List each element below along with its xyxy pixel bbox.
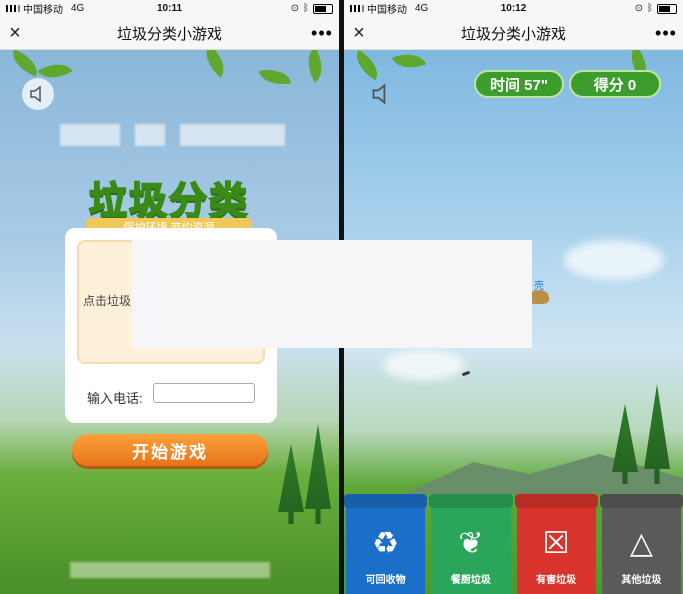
cloud-decoration: [384, 350, 464, 380]
page-title: 垃圾分类小游戏: [460, 25, 566, 43]
location-icon: ⊙: [634, 3, 643, 14]
nav-bar: × 垃圾分类小游戏 •••: [344, 17, 683, 50]
popup-overlay: [132, 240, 532, 348]
game-logo: 垃圾分类 保护环境 节约资源: [58, 162, 280, 238]
leaf-decoration: [349, 50, 385, 81]
signal-icon: [6, 5, 20, 12]
nav-bar: × 垃圾分类小游戏 •••: [0, 17, 339, 50]
network-label: 4G: [415, 3, 429, 14]
bin-lid: [429, 494, 513, 508]
hazardous-icon: ☒: [542, 526, 570, 560]
bin-label: 有害垃圾: [536, 575, 577, 586]
bin-label: 餐厨垃圾: [450, 575, 491, 586]
more-icon[interactable]: •••: [305, 23, 339, 44]
leaf-decoration: [299, 50, 331, 83]
more-icon[interactable]: •••: [649, 23, 683, 44]
blurred-text: [135, 124, 165, 146]
speaker-icon: [372, 83, 386, 105]
score-display: 得分 0: [569, 70, 661, 98]
carrier-label: 中国移动: [23, 5, 63, 16]
instruction-text: 点击垃圾: [83, 294, 132, 308]
cloud-decoration: [564, 240, 664, 280]
network-label: 4G: [71, 3, 85, 14]
bin-lid: [599, 494, 683, 508]
timer-display: 时间 57": [474, 70, 564, 98]
close-icon[interactable]: ×: [0, 22, 30, 45]
leaf-decoration: [197, 50, 233, 78]
tree-decoration: [305, 424, 331, 524]
trash-bin[interactable]: ❦ 餐厨垃圾: [429, 494, 513, 594]
speaker-icon: [30, 85, 41, 103]
bin-label: 其他垃圾: [621, 575, 662, 586]
start-game-button[interactable]: 开始游戏: [72, 434, 268, 466]
blurred-text: [180, 124, 285, 146]
bluetooth-icon: ᛒ: [303, 3, 309, 14]
recycle-icon: ♻: [372, 526, 400, 560]
battery-icon: [657, 3, 677, 14]
tree-decoration: [644, 384, 670, 484]
blurred-text: [70, 562, 270, 578]
other-waste-icon: △: [629, 526, 653, 560]
sound-toggle[interactable]: [22, 78, 54, 110]
bluetooth-icon: ᛒ: [647, 3, 653, 14]
close-icon[interactable]: ×: [344, 22, 374, 45]
carrier-label: 中国移动: [367, 5, 407, 16]
leaf-decoration: [391, 50, 427, 75]
phone-label: 输入电话:: [87, 391, 143, 406]
mountain-decoration: [404, 454, 683, 494]
trash-bin[interactable]: △ 其他垃圾: [599, 494, 683, 594]
page-title: 垃圾分类小游戏: [116, 25, 222, 43]
battery-icon: [313, 3, 333, 14]
kitchen-waste-icon: ❦: [458, 526, 484, 560]
trash-bin[interactable]: ☒ 有害垃圾: [514, 494, 598, 594]
status-bar: 中国移动 4G 10:11 ⊙ ᛒ: [0, 0, 339, 17]
status-bar: 中国移动 4G 10:12 ⊙ ᛒ: [344, 0, 683, 17]
tree-decoration: [278, 444, 304, 524]
location-icon: ⊙: [290, 3, 299, 14]
sound-toggle[interactable]: [366, 78, 398, 110]
bin-label: 可回收物: [365, 575, 406, 586]
bin-lid: [514, 494, 598, 508]
bird-decoration: [461, 370, 471, 377]
leaf-decoration: [7, 50, 43, 77]
logo-title: 垃圾分类: [88, 180, 249, 224]
blurred-text: [60, 124, 120, 146]
phone-input[interactable]: [153, 383, 255, 403]
bin-lid: [344, 494, 428, 508]
trash-bin[interactable]: ♻ 可回收物: [344, 494, 428, 594]
leaf-decoration: [258, 65, 292, 89]
signal-icon: [350, 5, 364, 12]
tree-decoration: [612, 404, 638, 484]
trash-bins: ♻ 可回收物 ❦ 餐厨垃圾 ☒ 有害垃圾 △ 其他垃圾: [344, 494, 683, 594]
trash-item[interactable]: [529, 290, 549, 304]
